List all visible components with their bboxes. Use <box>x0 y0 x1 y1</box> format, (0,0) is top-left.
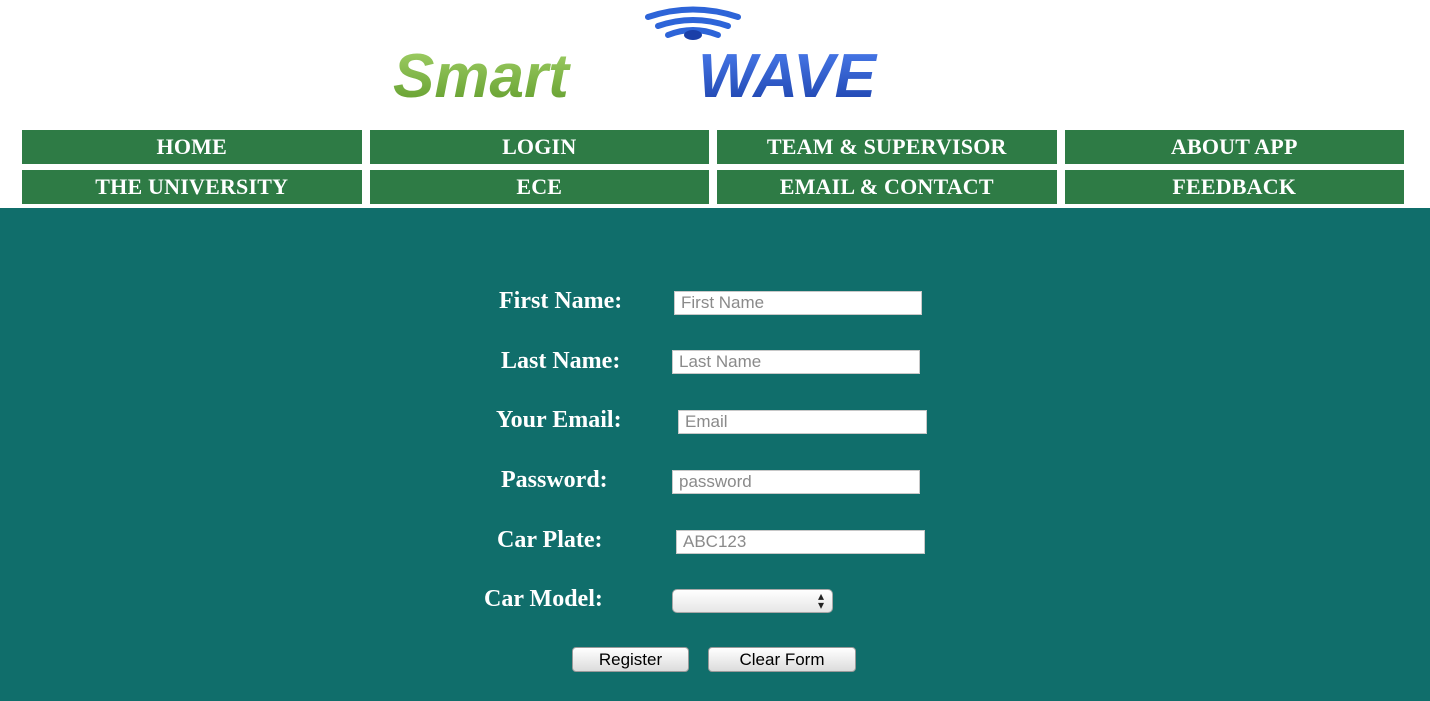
car-plate-label: Car Plate: <box>497 527 603 553</box>
car-plate-input[interactable] <box>676 530 925 554</box>
nav-item-the-university[interactable]: THE UNIVERSITY <box>22 170 362 204</box>
nav-row-1: HOME LOGIN TEAM & SUPERVISOR ABOUT APP <box>22 130 1404 164</box>
password-input[interactable] <box>672 470 920 494</box>
last-name-input[interactable] <box>672 350 920 374</box>
email-label: Your Email: <box>496 407 622 433</box>
nav-item-feedback[interactable]: FEEDBACK <box>1064 170 1404 204</box>
logo-smart-text: Smart <box>393 42 571 111</box>
nav-item-email-contact[interactable]: EMAIL & CONTACT <box>717 170 1057 204</box>
nav-item-login[interactable]: LOGIN <box>369 130 709 164</box>
password-label: Password: <box>501 467 608 493</box>
nav-item-home[interactable]: HOME <box>22 130 362 164</box>
car-model-label: Car Model: <box>484 586 603 612</box>
registration-panel: First Name: Last Name: Your Email: Passw… <box>0 208 1430 701</box>
first-name-input[interactable] <box>674 291 922 315</box>
nav-row-2: THE UNIVERSITY ECE EMAIL & CONTACT FEEDB… <box>22 170 1404 204</box>
nav-item-ece[interactable]: ECE <box>369 170 709 204</box>
site-logo: Smart WAVE <box>0 0 1430 120</box>
logo-wave-text: WAVE <box>698 42 878 111</box>
clear-form-button[interactable]: Clear Form <box>708 647 856 672</box>
last-name-label: Last Name: <box>501 348 621 374</box>
register-button[interactable]: Register <box>572 647 689 672</box>
main-navigation: HOME LOGIN TEAM & SUPERVISOR ABOUT APP T… <box>22 130 1404 210</box>
car-model-select[interactable]: ▴ ▾ <box>672 589 833 613</box>
first-name-label: First Name: <box>499 288 623 314</box>
nav-item-about-app[interactable]: ABOUT APP <box>1064 130 1404 164</box>
nav-item-team-supervisor[interactable]: TEAM & SUPERVISOR <box>717 130 1057 164</box>
select-arrows-icon: ▴ ▾ <box>817 589 824 612</box>
email-input[interactable] <box>678 410 927 434</box>
